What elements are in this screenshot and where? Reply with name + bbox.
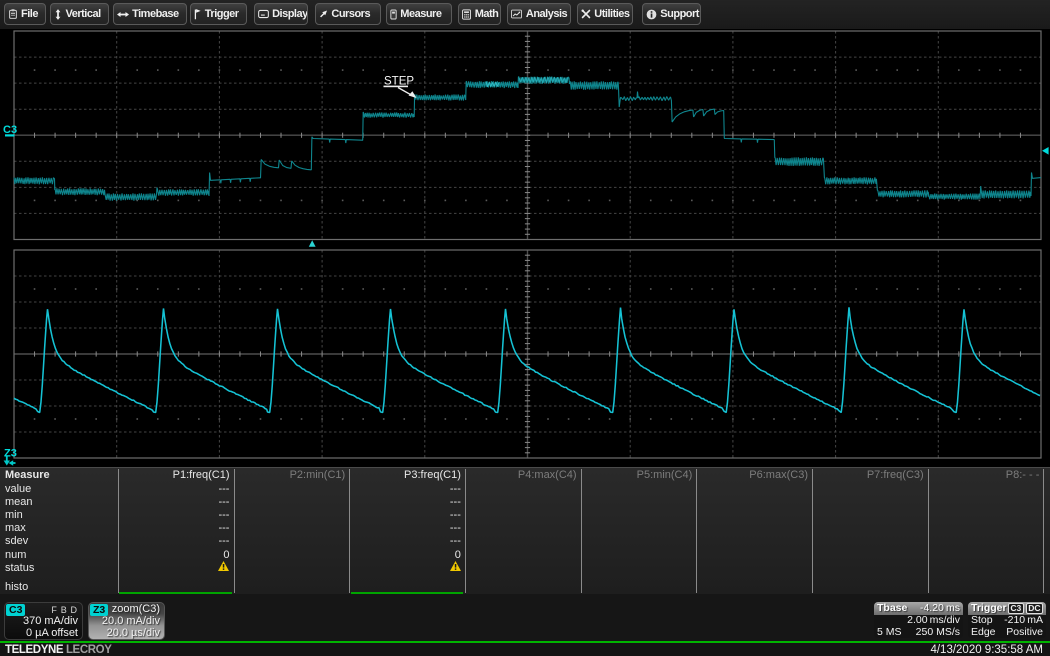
svg-text:C3: C3 <box>3 124 17 136</box>
